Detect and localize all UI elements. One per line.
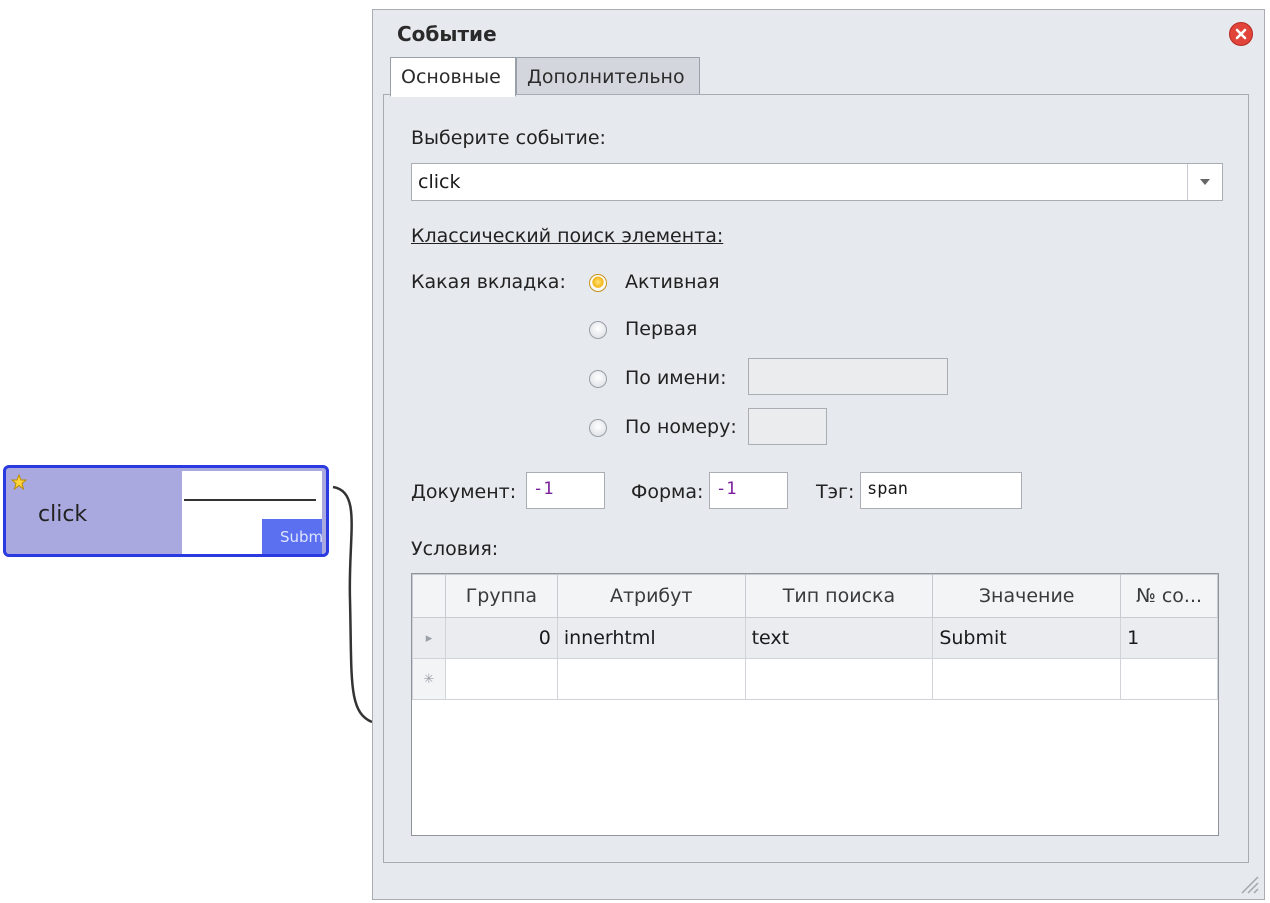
star-icon [11, 474, 27, 490]
tab-main[interactable]: Основные [390, 57, 516, 97]
table-row[interactable]: ▸ 0 innerhtml text Submit 1 [412, 617, 1218, 659]
event-dialog: Событие Основные Дополнительно Выберите … [372, 9, 1265, 900]
preview-input-line [184, 499, 316, 501]
tab-additional[interactable]: Дополнительно [516, 57, 700, 95]
node-preview: Submit [182, 471, 322, 554]
col-header-group[interactable]: Группа [444, 574, 558, 618]
document-label: Документ: [411, 481, 517, 503]
dialog-title: Событие [397, 22, 497, 46]
conditions-label: Условия: [411, 538, 499, 560]
form-input[interactable]: -1 [709, 472, 788, 509]
classic-search-label: Классический поиск элемента: [411, 225, 724, 247]
node-label: click [38, 502, 88, 527]
row-pointer-icon[interactable]: ▸ [412, 617, 446, 659]
radio-by-number-label[interactable]: По номеру: [625, 416, 737, 438]
new-cell[interactable] [1120, 658, 1218, 700]
radio-first-label[interactable]: Первая [625, 318, 697, 340]
event-select-value: click [418, 171, 461, 193]
radio-by-name-label[interactable]: По имени: [625, 367, 727, 389]
new-row[interactable]: ✳ [412, 658, 1218, 700]
col-header-attribute[interactable]: Атрибут [556, 574, 746, 618]
conditions-grid[interactable]: Группа Атрибут Тип поиска Значение № со.… [411, 573, 1219, 836]
which-tab-label: Какая вкладка: [411, 271, 566, 293]
form-label: Форма: [631, 481, 704, 503]
col-header-value[interactable]: Значение [932, 574, 1122, 618]
cell-index[interactable]: 1 [1120, 617, 1218, 659]
cell-group[interactable]: 0 [444, 617, 558, 659]
dropdown-arrow-icon[interactable] [1187, 164, 1222, 200]
resize-grip-icon[interactable] [1238, 873, 1260, 895]
tab-panel-main: Выберите событие: click Классический пои… [383, 94, 1249, 863]
radio-by-name[interactable] [589, 370, 607, 388]
dialog-titlebar[interactable]: Событие [373, 10, 1264, 56]
tag-input[interactable]: span [860, 472, 1022, 509]
event-select[interactable]: click [411, 163, 1223, 201]
grid-corner[interactable] [412, 574, 446, 618]
col-header-search-type[interactable]: Тип поиска [744, 574, 934, 618]
cell-value[interactable]: Submit [932, 617, 1122, 659]
radio-active-label[interactable]: Активная [625, 271, 720, 293]
preview-submit-button: Submit [262, 519, 322, 554]
tag-label: Тэг: [816, 481, 855, 503]
tab-name-input[interactable] [748, 358, 948, 395]
new-cell[interactable] [556, 658, 746, 700]
new-cell[interactable] [744, 658, 934, 700]
new-cell[interactable] [932, 658, 1122, 700]
action-node[interactable]: click Submit [3, 465, 329, 557]
radio-first[interactable] [589, 321, 607, 339]
radio-by-number[interactable] [589, 419, 607, 437]
new-row-icon[interactable]: ✳ [412, 658, 446, 700]
tag-value: span [867, 479, 908, 499]
radio-active[interactable] [589, 274, 607, 292]
form-value: -1 [716, 479, 737, 499]
cell-search-type[interactable]: text [744, 617, 934, 659]
document-value: -1 [533, 479, 554, 499]
grid-header-row: Группа Атрибут Тип поиска Значение № со.… [412, 574, 1218, 618]
close-icon[interactable] [1229, 22, 1253, 46]
col-header-index[interactable]: № со... [1120, 574, 1218, 618]
new-cell[interactable] [444, 658, 558, 700]
document-input[interactable]: -1 [526, 472, 605, 509]
cell-attribute[interactable]: innerhtml [556, 617, 746, 659]
tab-number-input[interactable] [748, 408, 827, 445]
event-label: Выберите событие: [411, 127, 606, 149]
